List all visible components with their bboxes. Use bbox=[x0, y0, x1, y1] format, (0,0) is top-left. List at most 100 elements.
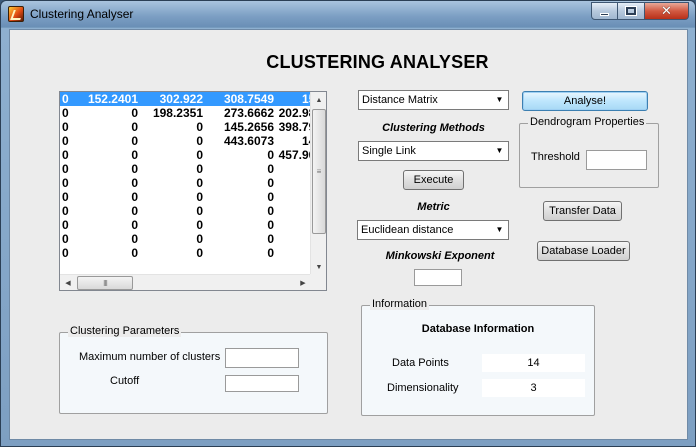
table-row[interactable]: 00000 bbox=[60, 162, 311, 176]
window-controls: ✕ bbox=[591, 2, 689, 20]
table-cell: 0 bbox=[196, 148, 203, 162]
data-points-label: Data Points bbox=[392, 357, 449, 369]
table-cell: 0 bbox=[131, 162, 138, 176]
horizontal-scroll-thumb[interactable]: III bbox=[77, 276, 133, 290]
table-cell: 0 bbox=[62, 162, 69, 176]
table-cell: 202.986 bbox=[278, 106, 311, 120]
cutoff-input[interactable] bbox=[225, 375, 299, 392]
information-title: Information bbox=[370, 298, 430, 310]
table-cell: 0 bbox=[131, 120, 138, 134]
analyse-button[interactable]: Analyse! bbox=[522, 91, 648, 111]
table-cell: 0 bbox=[131, 134, 138, 148]
clustering-methods-label: Clustering Methods bbox=[382, 122, 485, 134]
minkowski-label: Minkowski Exponent bbox=[385, 250, 495, 262]
table-row[interactable]: 00000 bbox=[60, 204, 311, 218]
metric-value: Euclidean distance bbox=[361, 224, 454, 236]
table-cell: 0 bbox=[62, 148, 69, 162]
table-cell: 0 bbox=[196, 190, 203, 204]
table-cell: 0 bbox=[131, 176, 138, 190]
table-cell: 398.799 bbox=[278, 120, 311, 134]
minkowski-exponent-input[interactable] bbox=[414, 269, 462, 286]
source-select[interactable]: Distance Matrix ▼ bbox=[358, 90, 509, 110]
minimize-button[interactable] bbox=[591, 2, 618, 20]
table-cell: 0 bbox=[131, 148, 138, 162]
maximize-icon bbox=[625, 6, 637, 16]
dendrogram-properties-group: Dendrogram Properties Threshold bbox=[519, 116, 659, 188]
table-cell: 0 bbox=[196, 204, 203, 218]
max-clusters-label: Maximum number of clusters bbox=[79, 351, 221, 363]
matlab-app-icon[interactable] bbox=[8, 6, 24, 22]
table-cell: 145.2656 bbox=[223, 120, 274, 134]
scroll-up-icon[interactable]: ▲ bbox=[311, 92, 326, 108]
clustering-method-select[interactable]: Single Link ▼ bbox=[358, 141, 509, 161]
execute-button[interactable]: Execute bbox=[403, 170, 464, 190]
table-cell: 0 bbox=[62, 176, 69, 190]
vertical-scroll-thumb[interactable]: ≡ bbox=[312, 109, 326, 234]
information-group: Information Database Information Data Po… bbox=[361, 298, 595, 416]
chevron-down-icon: ▼ bbox=[495, 146, 504, 155]
table-cell: 0 bbox=[62, 106, 69, 120]
table-cell: 0 bbox=[62, 204, 69, 218]
database-loader-button[interactable]: Database Loader bbox=[537, 241, 630, 261]
minimize-icon bbox=[600, 12, 609, 16]
clustering-method-value: Single Link bbox=[362, 145, 416, 157]
table-cell: 0 bbox=[196, 120, 203, 134]
table-row[interactable]: 00000 bbox=[60, 176, 311, 190]
table-cell: 457.902 bbox=[278, 148, 311, 162]
scroll-corner bbox=[310, 274, 326, 290]
threshold-label: Threshold bbox=[531, 151, 580, 163]
table-cell: 0 bbox=[131, 218, 138, 232]
table-cell: 0 bbox=[196, 162, 203, 176]
table-row[interactable]: 0 0 0 145.2656 398.799 bbox=[60, 120, 311, 134]
horizontal-scrollbar[interactable]: ◀ III ▶ bbox=[60, 274, 311, 290]
table-cell: 0 bbox=[196, 232, 203, 246]
table-cell: 152.2401 bbox=[87, 92, 138, 106]
table-row[interactable]: 0152.2401302.922308.7549153 bbox=[60, 92, 311, 106]
table-row[interactable]: 000443.6073146 bbox=[60, 134, 311, 148]
table-row[interactable]: 00000 bbox=[60, 246, 311, 260]
distance-matrix-list[interactable]: 0152.2401302.922308.754915300198.2351273… bbox=[59, 91, 327, 291]
scroll-down-icon[interactable]: ▼ bbox=[311, 259, 326, 275]
table-cell: 0 bbox=[267, 162, 274, 176]
maximize-button[interactable] bbox=[618, 2, 645, 20]
table-cell: 0 bbox=[131, 106, 138, 120]
page-title: CLUSTERING ANALYSER bbox=[266, 52, 489, 72]
chevron-down-icon: ▼ bbox=[495, 225, 504, 234]
threshold-input[interactable] bbox=[586, 150, 647, 170]
client-area: CLUSTERING ANALYSER 0 152.2401 302.922 308.… bbox=[9, 29, 688, 440]
max-clusters-input[interactable] bbox=[225, 348, 299, 368]
table-cell: 0 bbox=[196, 218, 203, 232]
table-cell: 0 bbox=[131, 190, 138, 204]
app-window: Clustering Analyser ✕ CLUSTERING ANALYSE… bbox=[0, 0, 696, 447]
table-cell: 0 bbox=[131, 232, 138, 246]
vertical-scrollbar[interactable]: ▲ ≡ ▼ bbox=[310, 92, 326, 275]
table-row[interactable]: 00000 bbox=[60, 232, 311, 246]
table-cell: 0 bbox=[267, 246, 274, 260]
table-cell: 0 bbox=[62, 92, 69, 106]
cutoff-label: Cutoff bbox=[110, 375, 140, 387]
table-cell: 302.922 bbox=[159, 92, 203, 106]
scroll-left-icon[interactable]: ◀ bbox=[60, 275, 76, 290]
table-cell: 0 bbox=[196, 134, 203, 148]
table-row[interactable]: 0 0 0 0 457.902 bbox=[60, 148, 311, 162]
table-row[interactable]: 0 0 198.2351 273.6662 202.986 bbox=[60, 106, 311, 120]
chevron-down-icon: ▼ bbox=[495, 95, 504, 104]
table-cell: 273.6662 bbox=[223, 106, 274, 120]
table-cell: 0 bbox=[62, 246, 69, 260]
table-cell: 0 bbox=[267, 232, 274, 246]
close-button[interactable]: ✕ bbox=[645, 2, 689, 20]
scroll-right-icon[interactable]: ▶ bbox=[295, 275, 311, 290]
title-bar[interactable]: Clustering Analyser ✕ bbox=[1, 1, 695, 27]
table-cell: 0 bbox=[267, 190, 274, 204]
table-cell: 0 bbox=[267, 176, 274, 190]
metric-label: Metric bbox=[417, 201, 450, 213]
dimensionality-value: 3 bbox=[482, 379, 585, 397]
table-cell: 0 bbox=[62, 134, 69, 148]
transfer-data-button[interactable]: Transfer Data bbox=[543, 201, 622, 221]
metric-select[interactable]: Euclidean distance ▼ bbox=[357, 220, 509, 240]
table-row[interactable]: 00000 bbox=[60, 218, 311, 232]
clustering-parameters-group: Clustering Parameters Maximum number of … bbox=[59, 325, 328, 414]
grip-icon: III bbox=[103, 278, 108, 288]
table-cell: 0 bbox=[131, 246, 138, 260]
table-row[interactable]: 00000 bbox=[60, 190, 311, 204]
